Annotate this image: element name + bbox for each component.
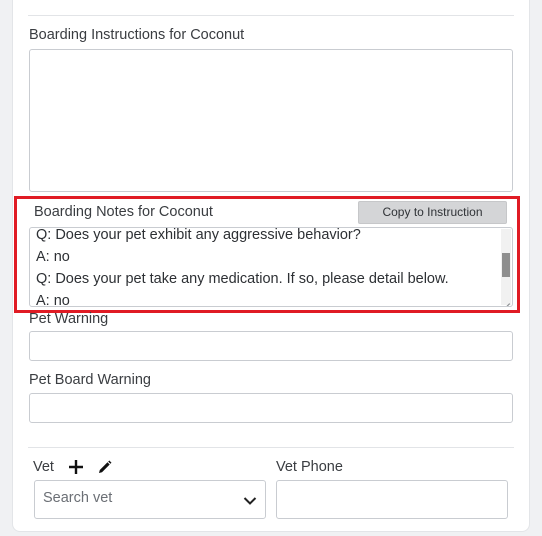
boarding-notes-textarea[interactable]: Q: Does your pet exhibit any aggressive … xyxy=(29,227,513,307)
note-line: A: no xyxy=(36,249,70,265)
vet-phone-input[interactable] xyxy=(276,480,508,519)
boarding-instructions-textarea[interactable] xyxy=(29,49,513,192)
vet-label: Vet xyxy=(33,459,54,475)
notes-scrollbar-thumb[interactable] xyxy=(502,253,510,277)
resize-handle-icon[interactable] xyxy=(502,296,510,304)
boarding-instructions-label: Boarding Instructions for Coconut xyxy=(29,27,245,43)
section-divider xyxy=(28,15,514,16)
boarding-notes-label: Boarding Notes for Coconut xyxy=(34,204,213,220)
boarding-notes-content: Q: Does your pet exhibit any aggressive … xyxy=(36,227,498,307)
note-line: Q: Does your pet take any medication. If… xyxy=(36,271,449,287)
pet-board-warning-label: Pet Board Warning xyxy=(29,372,151,388)
pet-warning-label: Pet Warning xyxy=(29,311,109,327)
section-divider xyxy=(28,447,514,448)
pencil-icon[interactable] xyxy=(97,460,112,475)
note-line: Q: Does your pet exhibit any aggressive … xyxy=(36,227,361,243)
pet-board-warning-input[interactable] xyxy=(29,393,513,423)
vet-search-placeholder: Search vet xyxy=(43,490,113,506)
note-line: A: no xyxy=(36,293,70,307)
copy-to-instruction-button[interactable]: Copy to Instruction xyxy=(358,201,507,224)
plus-icon[interactable] xyxy=(68,459,84,475)
vet-search-select[interactable]: Search vet xyxy=(34,480,266,519)
notes-scrollbar[interactable] xyxy=(501,229,511,305)
pet-warning-input[interactable] xyxy=(29,331,513,361)
vet-phone-label: Vet Phone xyxy=(276,459,343,475)
chevron-down-icon[interactable] xyxy=(243,493,257,511)
